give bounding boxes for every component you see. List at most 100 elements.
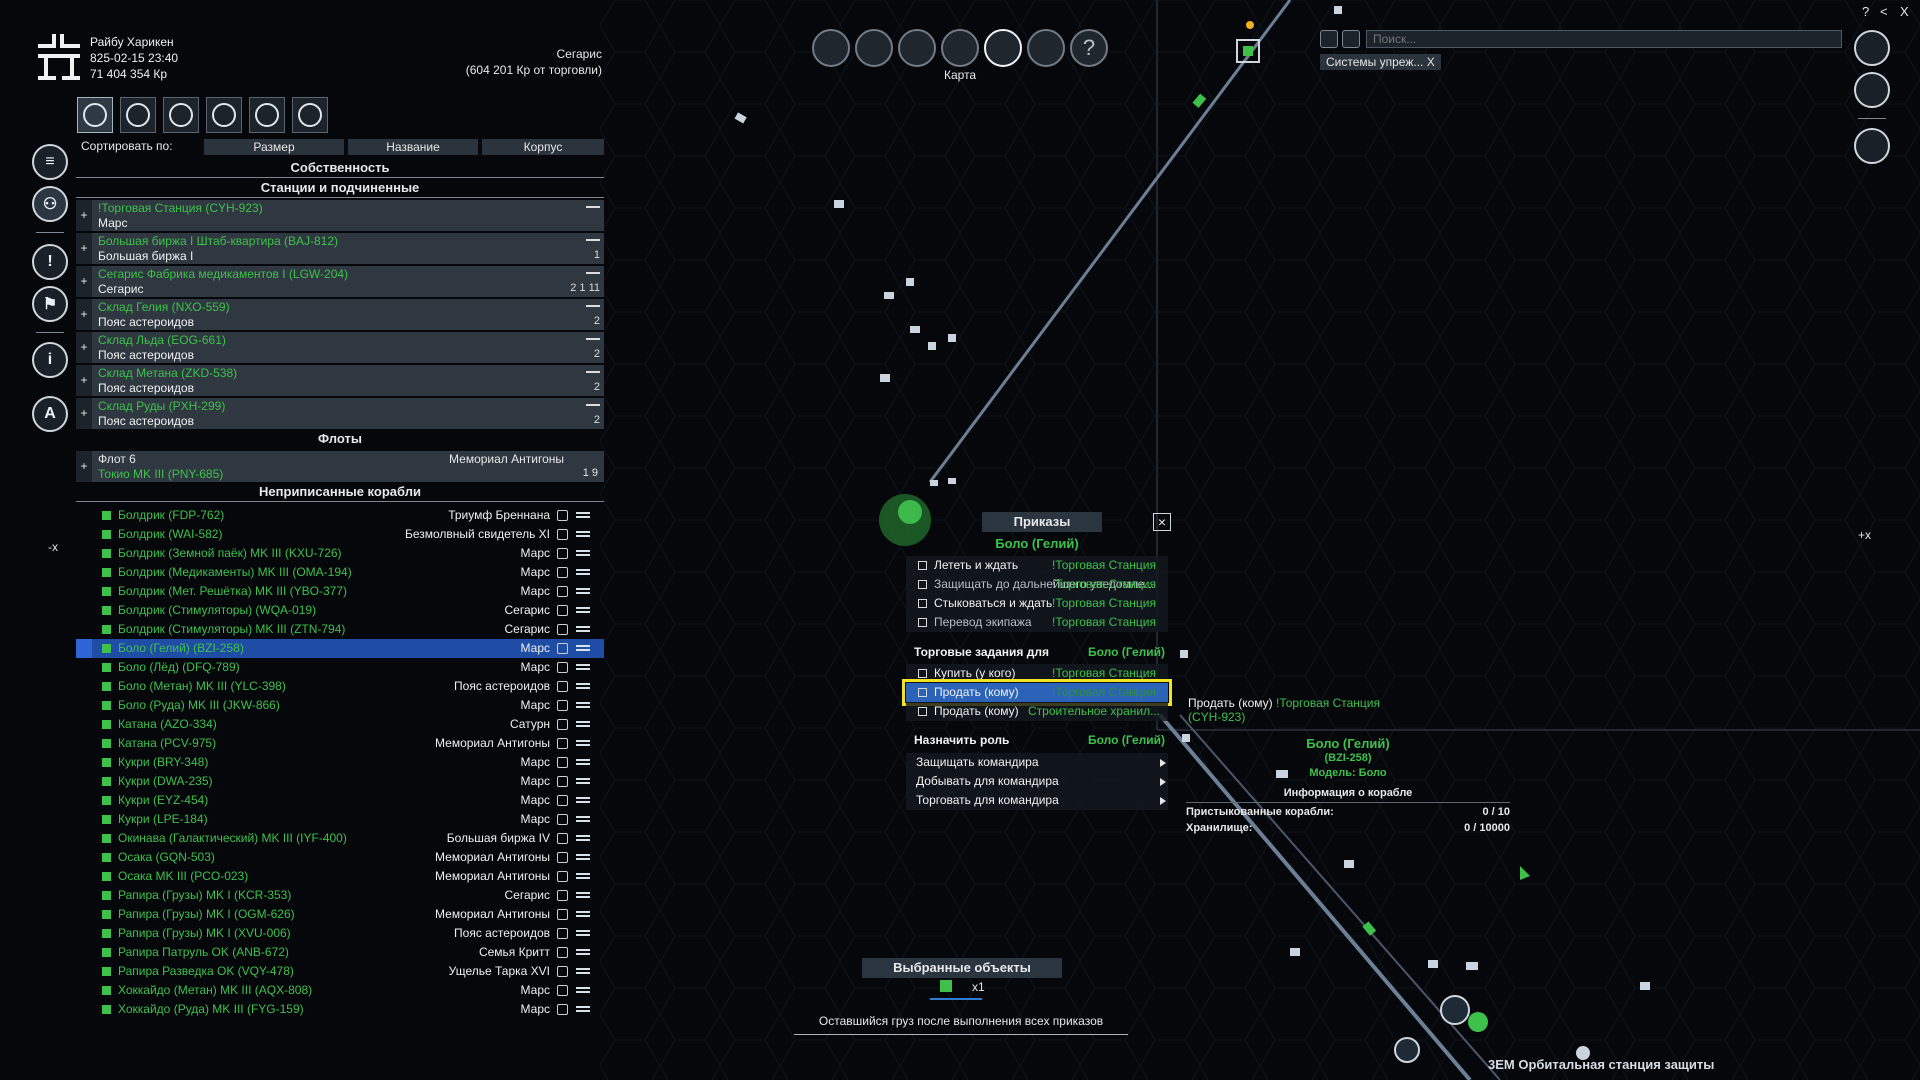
encyclopedia-icon[interactable] xyxy=(1027,29,1065,67)
station-row[interactable]: + Склад Метана (ZKD-538) Пояс астероидов 2 xyxy=(76,365,604,396)
expand-station-button[interactable]: + xyxy=(76,200,92,231)
sort-hull-button[interactable]: Корпус xyxy=(482,139,604,155)
table-row[interactable]: Болдрик (Медикаменты) MK III (OMA-194) Ма… xyxy=(76,563,604,582)
ship-menu-icon[interactable] xyxy=(576,683,590,685)
ship-menu-icon[interactable] xyxy=(576,892,590,894)
expand-station-button[interactable]: + xyxy=(76,299,92,330)
table-row[interactable]: Болдрик (FDP-762) Триумф Бреннана xyxy=(76,506,604,525)
ship-menu-icon[interactable] xyxy=(576,702,590,704)
ship-menu-icon[interactable] xyxy=(576,550,590,552)
expand-fleet-button[interactable]: + xyxy=(76,451,92,482)
search-filter-icon[interactable] xyxy=(1342,30,1360,48)
trade-item-highlighted[interactable]: Продать (кому) !Торговая Станция xyxy=(902,679,1172,706)
ship-menu-icon[interactable] xyxy=(576,873,590,875)
ship-menu-icon[interactable] xyxy=(576,816,590,818)
expand-station-button[interactable]: + xyxy=(76,266,92,297)
role-item[interactable]: Торговать для командира xyxy=(906,791,1168,810)
selected-ship-icon[interactable] xyxy=(940,980,952,992)
table-row[interactable]: Рапира (Грузы) MK I (XVU-006) Пояс астеро… xyxy=(76,924,604,943)
station-row[interactable]: + Склад Руды (PXH-299) Пояс астероидов 2 xyxy=(76,398,604,429)
role-item[interactable]: Добывать для командира xyxy=(906,772,1168,791)
table-row-selected[interactable]: Боло (Гелий) (BZI-258) Марс xyxy=(76,639,604,658)
station-menu-icon[interactable] xyxy=(586,239,600,241)
table-row[interactable]: Осака MK III (PCO-023) Мемориал Антигоны xyxy=(76,867,604,886)
close-window-button[interactable]: X xyxy=(1900,4,1909,19)
table-row[interactable]: Катана (PCV-975) Мемориал Антигоны xyxy=(76,734,604,753)
settings-gear-icon[interactable] xyxy=(812,29,850,67)
ship-view-icon[interactable] xyxy=(855,29,893,67)
table-row[interactable]: Боло (Метан) MK III (YLC-398) Пояс астеро… xyxy=(76,677,604,696)
property-owned-icon[interactable]: ⚇ xyxy=(32,186,68,222)
order-item[interactable]: Стыковаться и ждать !Торговая Станция xyxy=(906,594,1168,613)
table-row[interactable]: Боло (Руда) MK III (JKW-866) Марс xyxy=(76,696,604,715)
table-row[interactable]: Кукри (EYZ-454) Марс xyxy=(76,791,604,810)
filter-fleets-button[interactable] xyxy=(206,97,242,133)
close-orders-icon[interactable]: × xyxy=(1153,513,1171,531)
role-item[interactable]: Защищать командира xyxy=(906,753,1168,772)
table-row[interactable]: Болдрик (Стимуляторы) MK III (ZTN-794) Се… xyxy=(76,620,604,639)
ship-menu-icon[interactable] xyxy=(576,759,590,761)
info-circle-icon[interactable] xyxy=(1854,128,1890,164)
fleet-row[interactable]: + Флот 6 Токио MK III (PNY-685) Мемориал… xyxy=(76,451,604,482)
autopilot-icon[interactable]: A xyxy=(32,396,68,432)
ship-menu-icon[interactable] xyxy=(576,1006,590,1008)
expand-station-button[interactable]: + xyxy=(76,398,92,429)
table-row[interactable]: Болдрик (Стимуляторы) (WQA-019) Сегарис xyxy=(76,601,604,620)
filter-inactive-button[interactable] xyxy=(292,97,328,133)
table-row[interactable]: Кукри (BRY-348) Марс xyxy=(76,753,604,772)
station-row[interactable]: + Склад Льда (EOG-661) Пояс астероидов 2 xyxy=(76,332,604,363)
ship-menu-icon[interactable] xyxy=(576,949,590,951)
search-input[interactable] xyxy=(1366,30,1842,48)
table-row[interactable]: Боло (Лёд) (DFQ-789) Марс xyxy=(76,658,604,677)
ship-menu-icon[interactable] xyxy=(576,930,590,932)
ship-menu-icon[interactable] xyxy=(576,531,590,533)
info-icon[interactable]: i xyxy=(32,342,68,378)
help-button[interactable]: ? xyxy=(1862,4,1869,19)
table-row[interactable]: Хоккайдо (Метан) MK III (AQX-808) Марс xyxy=(76,981,604,1000)
ship-menu-icon[interactable] xyxy=(576,588,590,590)
sort-name-button[interactable]: Название xyxy=(348,139,478,155)
ship-menu-icon[interactable] xyxy=(576,854,590,856)
table-row[interactable]: Болдрик (WAI-582) Безмолвный свидетель XI xyxy=(76,525,604,544)
station-menu-icon[interactable] xyxy=(586,404,600,406)
ship-menu-icon[interactable] xyxy=(576,797,590,799)
station-row[interactable]: + !Торговая Станция (CYH-923) Марс xyxy=(76,200,604,231)
station-row[interactable]: + Склад Гелия (NXO-559) Пояс астероидов 2 xyxy=(76,299,604,330)
table-row[interactable]: Хоккайдо (Руда) MK III (FYG-159) Марс xyxy=(76,1000,604,1019)
ship-menu-icon[interactable] xyxy=(576,721,590,723)
ship-menu-icon[interactable] xyxy=(576,987,590,989)
ship-menu-icon[interactable] xyxy=(576,645,590,647)
ship-menu-icon[interactable] xyxy=(576,569,590,571)
sort-size-button[interactable]: Размер xyxy=(204,139,344,155)
station-menu-icon[interactable] xyxy=(586,338,600,340)
filter-all-property-button[interactable] xyxy=(77,97,113,133)
ship-menu-icon[interactable] xyxy=(576,512,590,514)
ship-menu-icon[interactable] xyxy=(576,835,590,837)
table-row[interactable]: Рапира Разведка OK (VQY-478) Ущелье Тарка… xyxy=(76,962,604,981)
filter-funnel-icon[interactable] xyxy=(1854,30,1890,66)
tactics-icon[interactable]: ⚑ xyxy=(32,286,68,322)
ship-menu-icon[interactable] xyxy=(576,911,590,913)
back-button[interactable]: < xyxy=(1880,4,1888,19)
table-row[interactable]: Болдрик (Земной паёк) MK III (KXU-726) Ма… xyxy=(76,544,604,563)
filter-chip-systems-warning[interactable]: Системы упреж... X xyxy=(1320,54,1441,70)
station-menu-icon[interactable] xyxy=(586,305,600,307)
alert-icon[interactable]: ! xyxy=(32,244,68,280)
crew-icon[interactable] xyxy=(941,29,979,67)
expand-station-button[interactable]: + xyxy=(76,332,92,363)
table-row[interactable]: Рапира Патруль OK (ANB-672) Семья Критт xyxy=(76,943,604,962)
table-row[interactable]: Болдрик (Мет. Решётка) MK III (YBO-377) М… xyxy=(76,582,604,601)
trade-item[interactable]: Продать (кому) Строительное хранил... xyxy=(906,702,1168,721)
table-row[interactable]: Рапира (Грузы) MK I (KCR-353) Сегарис xyxy=(76,886,604,905)
map-icon[interactable] xyxy=(984,29,1022,67)
station-menu-icon[interactable] xyxy=(586,371,600,373)
station-menu-icon[interactable] xyxy=(586,206,600,208)
expand-station-button[interactable]: + xyxy=(76,365,92,396)
ship-menu-icon[interactable] xyxy=(576,626,590,628)
filter-ships-button[interactable] xyxy=(163,97,199,133)
table-row[interactable]: Окинава (Галактический) MK III (IYF-400)… xyxy=(76,829,604,848)
station-map-label[interactable]: 3ЕМ Орбитальная станция защиты xyxy=(1488,1057,1714,1072)
ship-menu-icon[interactable] xyxy=(576,968,590,970)
table-row[interactable]: Кукри (DWA-235) Марс xyxy=(76,772,604,791)
station-row[interactable]: + Большая биржа I Штаб-квартира (BAJ-812)… xyxy=(76,233,604,264)
